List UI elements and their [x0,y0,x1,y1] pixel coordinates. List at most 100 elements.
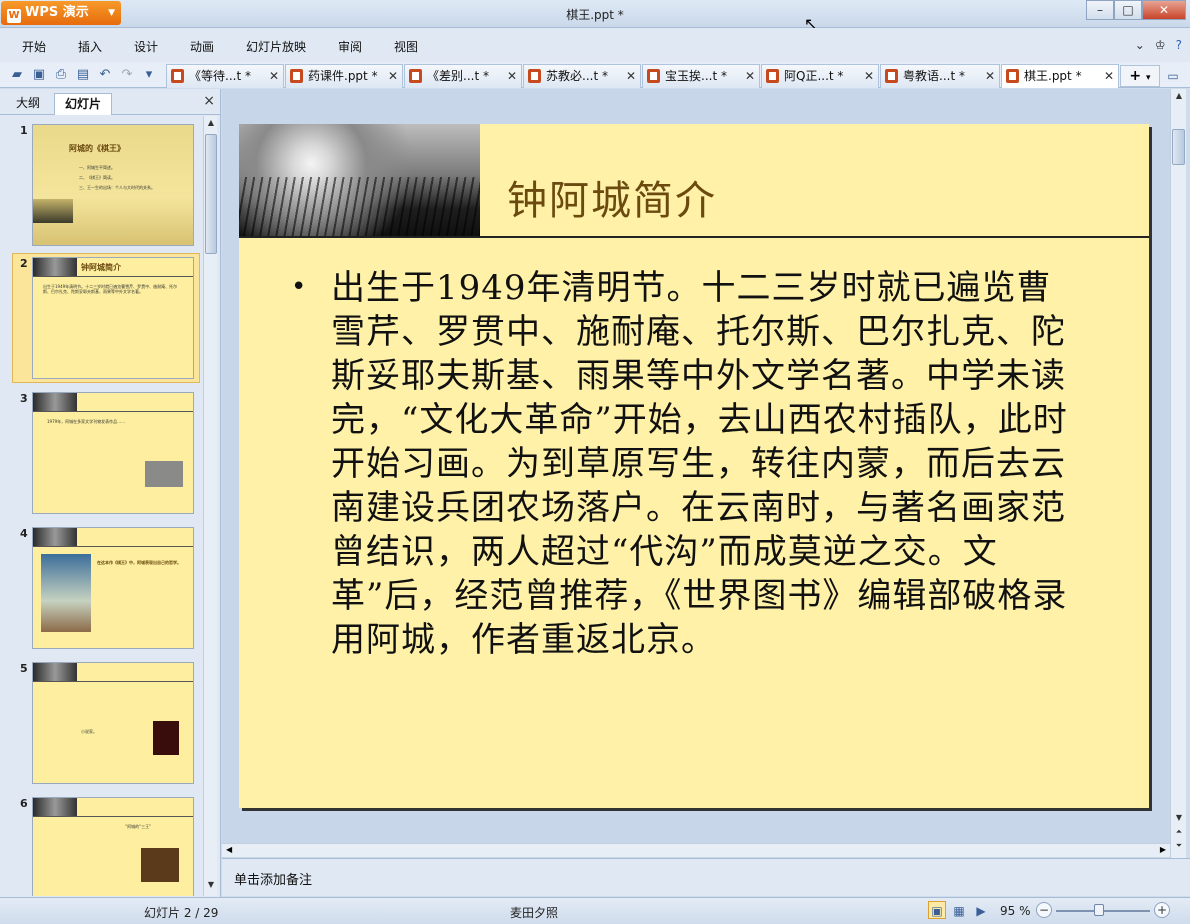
current-slide[interactable]: 钟阿城简介 • 出生于1949年清明节。十二三岁时就已遍览曹雪芹、罗贯中、施耐庵… [239,124,1149,808]
menu-slideshow[interactable]: 幻灯片放映 [246,38,306,55]
doc-tab-label: 粤教语...t * [903,69,965,83]
slideshow-view-icon[interactable]: ▶ [972,901,990,919]
menu-review[interactable]: 审阅 [338,38,362,55]
ppt-file-icon [1006,69,1019,83]
tab-slides[interactable]: 幻灯片 [54,93,113,115]
next-slide-icon[interactable]: ⏷ [1171,841,1187,851]
ppt-file-icon [528,69,541,83]
ppt-file-icon [885,69,898,83]
menu-insert[interactable]: 插入 [78,38,102,55]
ppt-file-icon [647,69,660,83]
doc-tab-2[interactable]: 药课件.ppt * ✕ [285,64,403,88]
menu-home[interactable]: 开始 [22,38,46,55]
close-tab-icon[interactable]: ✕ [388,65,398,87]
slide-thumbnail-1[interactable]: 1 阿城的《棋王》 一、阿城生平简述。 二、《棋王》简读。 三、王一生的出场：个… [0,124,203,250]
status-bar: 幻灯片 2 / 29 麦田夕照 ▣ ▦ ▶ 95 % − + [0,897,1190,924]
zoom-slider-knob[interactable] [1094,904,1104,916]
tab-list-icon[interactable]: ▭ [1162,65,1184,87]
close-tab-icon[interactable]: ✕ [745,65,755,87]
wheat-field-image [239,124,480,237]
scroll-up-icon[interactable]: ▲ [204,118,218,132]
slide-number: 3 [20,392,28,405]
movie-poster-image [41,554,91,632]
scrollbar-thumb[interactable] [1172,129,1185,165]
slide-thumbnail-4[interactable]: 4 在这本作《棋王》中，阿城表现出自己的哲学。 [0,527,203,653]
slide-thumbnail-2-selected[interactable]: 2 钟阿城简介 出生于1949年清明节。十二三岁时就已遍览曹雪芹、罗贯中、施耐庵… [0,253,203,383]
slide-horizontal-scrollbar[interactable]: ◀ ▶ [222,843,1170,857]
scroll-down-icon[interactable]: ▼ [204,880,218,894]
doc-tab-8-active[interactable]: 棋王.ppt * ✕ [1001,64,1119,88]
quick-access-dropdown-icon[interactable]: ▾ [140,66,158,84]
close-tab-icon[interactable]: ✕ [1104,65,1114,87]
zoom-out-button[interactable]: − [1036,902,1052,918]
thumbnail-text: “阿城的“三王” [125,824,152,829]
close-tab-icon[interactable]: ✕ [269,65,279,87]
slide-number: 6 [20,797,28,810]
print-icon[interactable]: ⎙ [52,66,70,84]
close-panel-icon[interactable]: × [203,93,215,109]
minimize-button[interactable]: – [1086,0,1114,20]
doc-tab-1[interactable]: 《等待...t * ✕ [166,64,284,88]
close-tab-icon[interactable]: ✕ [507,65,517,87]
scroll-right-icon[interactable]: ▶ [1160,845,1166,854]
undo-icon[interactable]: ↶ [96,66,114,84]
slide-vertical-scrollbar[interactable]: ▲ ▼ ⏶ ⏷ [1170,89,1186,859]
ppt-file-icon [409,69,422,83]
wheat-banner-image [33,258,77,276]
ppt-file-icon [171,69,184,83]
slide-title[interactable]: 钟阿城简介 [507,168,717,226]
slide-number: 1 [20,124,28,137]
close-tab-icon[interactable]: ✕ [864,65,874,87]
close-button[interactable]: ✕ [1142,0,1186,20]
print-preview-icon[interactable]: ▤ [74,66,92,84]
slide-number: 5 [20,662,28,675]
slide-number: 2 [20,257,28,270]
thumbnail-text: 三、王一生的出场：个人与大时代的关系。 [79,185,155,190]
wheat-banner-image [33,663,77,681]
maximize-button[interactable]: □ [1114,0,1142,20]
notes-pane[interactable]: 单击添加备注 [222,858,1190,896]
doc-tab-label: 《差别...t * [427,69,489,83]
tab-outline[interactable]: 大纲 [6,93,50,115]
scroll-down-icon[interactable]: ▼ [1171,813,1187,822]
open-folder-icon[interactable]: ▰ [8,66,26,84]
menu-design[interactable]: 设计 [134,38,158,55]
thumbnail-title: 钟阿城简介 [81,263,121,272]
normal-view-icon[interactable]: ▣ [928,901,946,919]
doc-tab-3[interactable]: 《差别...t * ✕ [404,64,522,88]
thumbnail-scrollbar[interactable]: ▲ ▼ [203,116,217,896]
menu-view[interactable]: 视图 [394,38,418,55]
scroll-left-icon[interactable]: ◀ [226,845,232,854]
wheat-banner-image [33,393,77,411]
menu-animation[interactable]: 动画 [190,38,214,55]
ppt-file-icon [290,69,303,83]
wheat-image [33,199,73,223]
scroll-up-icon[interactable]: ▲ [1171,91,1187,100]
help-icon[interactable]: ? [1176,38,1182,52]
skin-icon[interactable]: ♔ [1155,38,1166,52]
new-tab-button[interactable]: + ▾ [1120,65,1160,87]
scrollbar-thumb[interactable] [205,134,217,254]
close-tab-icon[interactable]: ✕ [985,65,995,87]
slide-body-text[interactable]: 出生于1949年清明节。十二三岁时就已遍览曹雪芹、罗贯中、施耐庵、托尔斯、巴尔扎… [331,266,1081,662]
doc-tab-5[interactable]: 宝玉挨...t * ✕ [642,64,760,88]
save-icon[interactable]: ▣ [30,66,48,84]
wheat-banner-image [33,798,77,816]
slide-thumbnail-6[interactable]: 6 “阿城的“三王” [0,797,203,896]
collapse-ribbon-icon[interactable]: ⌄ [1135,38,1145,52]
book-cover-image [141,848,179,882]
notes-placeholder[interactable]: 单击添加备注 [234,869,312,888]
slide-thumbnail-5[interactable]: 5 小说家。 [0,662,203,788]
redo-icon[interactable]: ↷ [118,66,136,84]
theme-name: 麦田夕照 [510,906,559,920]
doc-tab-7[interactable]: 粤教语...t * ✕ [880,64,1000,88]
slide-thumbnail-3[interactable]: 3 1979年，阿城在多家文学刊物发表作品…… [0,392,203,518]
slide-sorter-view-icon[interactable]: ▦ [950,901,968,919]
close-tab-icon[interactable]: ✕ [626,65,636,87]
zoom-in-button[interactable]: + [1154,902,1170,918]
doc-tab-4[interactable]: 苏教必...t * ✕ [523,64,641,88]
doc-tab-6[interactable]: 阿Q正...t * ✕ [761,64,879,88]
document-tab-bar: ▰ ▣ ⎙ ▤ ↶ ↷ ▾ 《等待...t * ✕ 药课件.ppt * ✕ 《差… [0,62,1190,88]
previous-slide-icon[interactable]: ⏶ [1171,827,1187,837]
thumbnail-title: 阿城的《棋王》 [69,144,125,153]
